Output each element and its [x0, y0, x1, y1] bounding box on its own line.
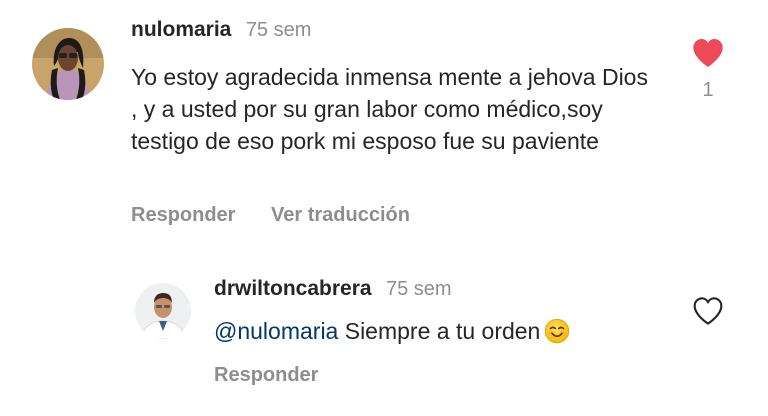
- reply-timestamp: 75 sem: [386, 278, 452, 300]
- user-photo-icon: [135, 283, 191, 339]
- like-count: 1: [702, 79, 714, 101]
- reply-button[interactable]: Responder: [214, 364, 318, 386]
- reply-username[interactable]: drwiltoncabrera: [214, 277, 372, 300]
- translate-button[interactable]: Ver traducción: [271, 204, 410, 226]
- heart-outline-icon[interactable]: [692, 296, 724, 326]
- reply-text: @nulomaria Siempre a tu orden: [214, 315, 674, 347]
- comments-thread: nulomaria 75 sem Yo estoy agradecida inm…: [0, 0, 768, 416]
- reply-message: Siempre a tu orden: [344, 318, 541, 344]
- reply-actions: Responder: [214, 364, 318, 387]
- comment-timestamp: 75 sem: [245, 19, 312, 41]
- mention-link[interactable]: @nulomaria: [214, 318, 338, 344]
- reply-meta: drwiltoncabrera 75 sem: [214, 277, 452, 301]
- avatar[interactable]: [32, 28, 104, 100]
- user-photo-icon: [32, 28, 104, 100]
- avatar[interactable]: [135, 283, 191, 339]
- comment-username[interactable]: nulomaria: [131, 18, 231, 41]
- comment-text: Yo estoy agradecida inmensa mente a jeho…: [131, 64, 648, 154]
- comment-actions: Responder Ver traducción: [131, 204, 410, 227]
- comment-meta: nulomaria 75 sem: [131, 18, 311, 42]
- heart-filled-icon[interactable]: [692, 38, 724, 68]
- reply-button[interactable]: Responder: [131, 204, 235, 226]
- smiling-face-emoji: [545, 318, 570, 344]
